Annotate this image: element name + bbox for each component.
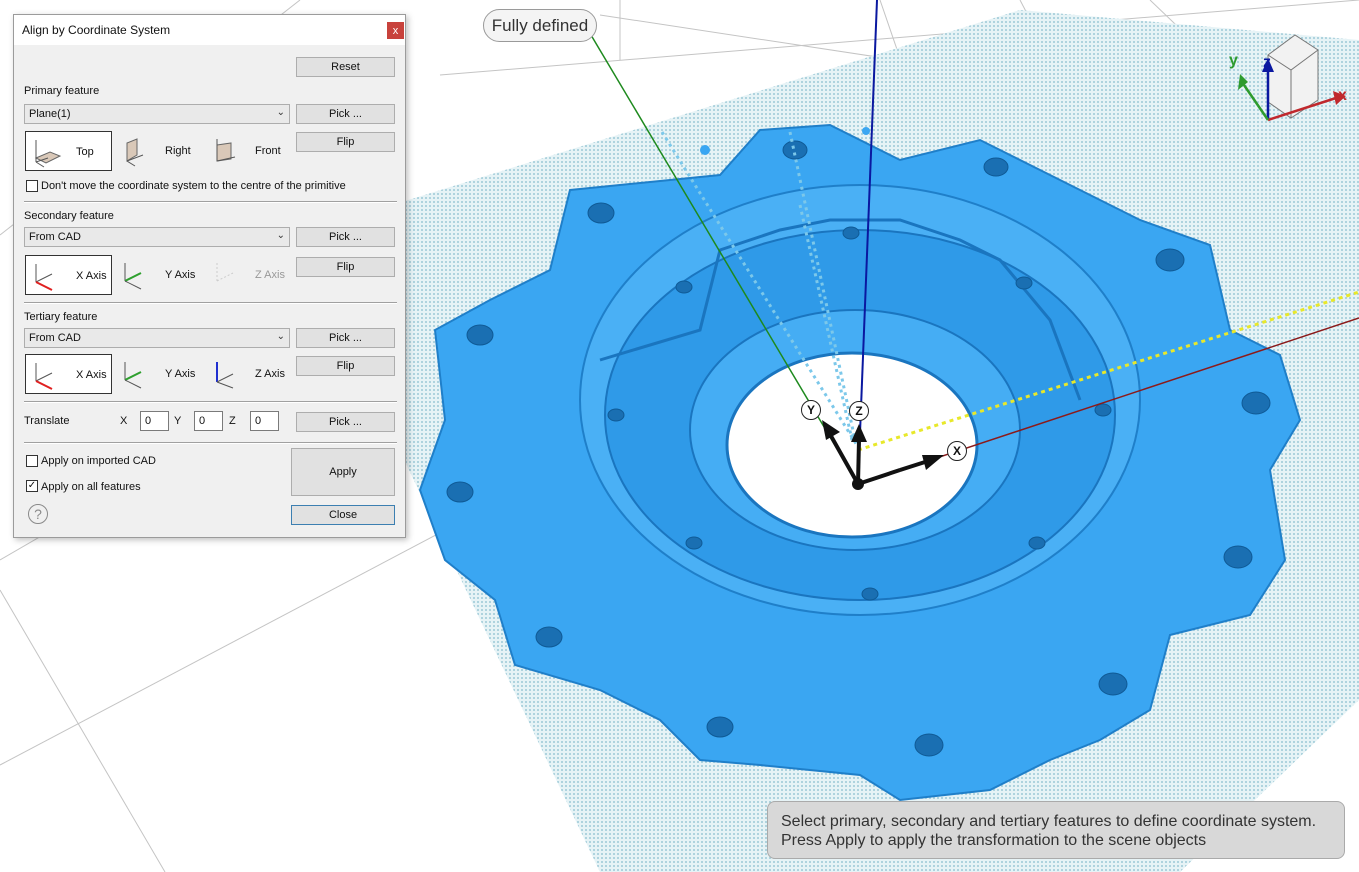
chevron-down-icon: ⌄ — [276, 107, 285, 118]
primary-feature-select[interactable]: Plane(1) ⌄ — [24, 104, 290, 124]
gizmo-x-label: x — [1338, 87, 1347, 104]
tertiary-flip-button[interactable]: Flip — [296, 356, 395, 376]
hint-line-2: Press Apply to apply the transformation … — [781, 832, 1207, 849]
z-axis-icon — [216, 263, 234, 282]
origin-point — [852, 478, 864, 490]
help-icon[interactable]: ? — [28, 504, 48, 524]
primary-feature-value: Plane(1) — [29, 108, 71, 120]
translate-x-field[interactable]: 0 — [140, 411, 169, 431]
chevron-down-icon: ⌄ — [276, 230, 285, 241]
tertiary-pick-button[interactable]: Pick ... — [296, 328, 395, 348]
translate-label: Translate — [24, 415, 70, 427]
status-indicator: Fully defined — [483, 9, 597, 42]
gizmo-z-label: z — [1263, 54, 1271, 71]
translate-z-label: Z — [229, 415, 236, 427]
z-axis-icon — [216, 362, 234, 389]
secondary-option-z-label: Z Axis — [255, 269, 285, 281]
dont-move-checkbox[interactable] — [26, 180, 38, 192]
axis-label-z[interactable]: Z — [849, 401, 869, 421]
tertiary-feature-label: Tertiary feature — [24, 311, 98, 323]
secondary-option-z: Z Axis — [205, 255, 292, 295]
axis-label-x[interactable]: X — [947, 441, 967, 461]
apply-button[interactable]: Apply — [291, 448, 395, 496]
translate-x-label: X — [120, 415, 128, 427]
secondary-option-y-label: Y Axis — [165, 269, 196, 281]
secondary-option-y[interactable]: Y Axis — [115, 255, 202, 295]
top-plane-icon — [34, 140, 62, 168]
divider — [24, 442, 397, 444]
apply-imported-cad-label: Apply on imported CAD — [41, 455, 156, 467]
primary-pick-button[interactable]: Pick ... — [296, 104, 395, 124]
tertiary-feature-value: From CAD — [29, 332, 81, 344]
apply-all-features-label: Apply on all features — [41, 481, 141, 493]
primary-option-front-label: Front — [255, 145, 281, 157]
secondary-feature-value: From CAD — [29, 231, 81, 243]
x-axis-icon — [35, 363, 53, 390]
translate-pick-button[interactable]: Pick ... — [296, 412, 395, 432]
divider — [24, 401, 397, 403]
dialog-title: Align by Coordinate System — [22, 23, 171, 37]
divider — [24, 302, 397, 304]
dont-move-label: Don't move the coordinate system to the … — [41, 180, 346, 192]
reset-button[interactable]: Reset — [296, 57, 395, 77]
secondary-option-x[interactable]: X Axis — [25, 255, 112, 295]
tertiary-option-y-label: Y Axis — [165, 368, 196, 380]
close-button[interactable]: Close — [291, 505, 395, 525]
tertiary-option-x-label: X Axis — [76, 369, 107, 381]
primary-option-top-label: Top — [76, 146, 94, 158]
gizmo-y-label: y — [1229, 52, 1238, 69]
primary-option-top[interactable]: Top — [25, 131, 112, 171]
translate-y-label: Y — [174, 415, 182, 427]
front-plane-icon — [216, 139, 236, 162]
primary-option-right-label: Right — [165, 145, 191, 157]
divider — [24, 201, 397, 203]
tertiary-option-y[interactable]: Y Axis — [115, 354, 202, 394]
secondary-feature-label: Secondary feature — [24, 210, 114, 222]
tertiary-feature-select[interactable]: From CAD ⌄ — [24, 328, 290, 348]
primary-option-right[interactable]: Right — [115, 131, 202, 171]
y-axis-icon — [124, 362, 142, 389]
chevron-down-icon: ⌄ — [276, 331, 285, 342]
dialog-titlebar[interactable]: Align by Coordinate System x — [14, 15, 405, 45]
primary-flip-button[interactable]: Flip — [296, 132, 395, 152]
y-axis-icon — [124, 263, 142, 290]
axis-label-y[interactable]: Y — [801, 400, 821, 420]
align-dialog: Align by Coordinate System x Reset Prima… — [13, 14, 406, 538]
primary-feature-label: Primary feature — [24, 85, 100, 97]
translate-y-field[interactable]: 0 — [194, 411, 223, 431]
primary-option-front[interactable]: Front — [205, 131, 292, 171]
apply-imported-cad-checkbox[interactable] — [26, 455, 38, 467]
x-axis-icon — [35, 264, 53, 291]
tertiary-option-x[interactable]: X Axis — [25, 354, 112, 394]
tertiary-option-z[interactable]: Z Axis — [205, 354, 292, 394]
secondary-feature-select[interactable]: From CAD ⌄ — [24, 227, 290, 247]
hint-message: Select primary, secondary and tertiary f… — [767, 801, 1345, 859]
translate-z-field[interactable]: 0 — [250, 411, 279, 431]
right-plane-icon — [126, 138, 144, 167]
apply-all-features-checkbox[interactable]: ✓ — [26, 480, 38, 492]
close-icon[interactable]: x — [387, 22, 404, 39]
hint-line-1: Select primary, secondary and tertiary f… — [781, 813, 1317, 830]
secondary-pick-button[interactable]: Pick ... — [296, 227, 395, 247]
secondary-option-x-label: X Axis — [76, 270, 107, 282]
tertiary-option-z-label: Z Axis — [255, 368, 285, 380]
secondary-flip-button[interactable]: Flip — [296, 257, 395, 277]
